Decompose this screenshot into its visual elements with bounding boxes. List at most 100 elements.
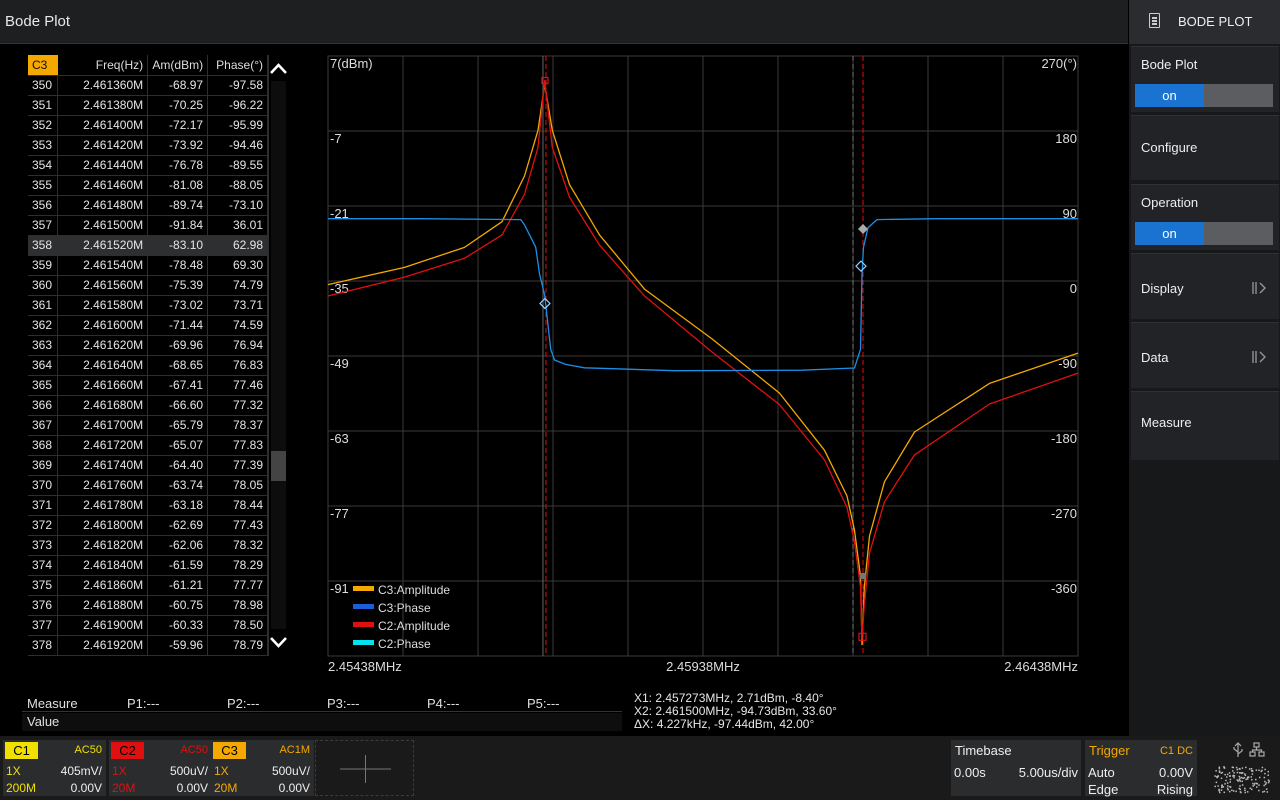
measure-button[interactable]: Measure bbox=[1131, 391, 1279, 460]
glyph-dot bbox=[1232, 774, 1235, 777]
glyph-dot bbox=[1263, 790, 1266, 793]
glyph-dot bbox=[1263, 776, 1266, 779]
glyph-dot bbox=[1244, 789, 1246, 792]
channel-c2-box[interactable]: C2 AC50 1X 500uV/ 20M 0.00V bbox=[109, 740, 212, 796]
glyph-dot bbox=[1264, 783, 1267, 786]
legend-swatch bbox=[353, 586, 374, 591]
glyph-dot bbox=[1260, 770, 1262, 773]
submenu-arrow-icon bbox=[1252, 351, 1266, 363]
glyph-dot bbox=[1221, 771, 1224, 774]
measure-label: Measure bbox=[27, 696, 78, 711]
glyph-dot bbox=[1245, 766, 1247, 769]
glyph-dot bbox=[1238, 772, 1241, 774]
glyph-dot bbox=[1229, 785, 1231, 788]
glyph-dot bbox=[1239, 785, 1241, 787]
document-icon bbox=[1149, 13, 1160, 28]
glyph-dot bbox=[1214, 785, 1216, 788]
glyph-dot bbox=[1242, 777, 1244, 780]
glyph-dot bbox=[1226, 776, 1228, 778]
glyph-dot bbox=[1251, 773, 1254, 775]
glyph-dot bbox=[1223, 791, 1226, 794]
channel-c3-tag: C3 bbox=[213, 742, 246, 759]
measure-p2[interactable]: P2:--- bbox=[227, 696, 260, 711]
operation-label: Operation bbox=[1141, 195, 1199, 210]
configure-label: Configure bbox=[1141, 140, 1198, 155]
glyph-dot bbox=[1229, 775, 1231, 777]
status-glyph-icon bbox=[1214, 766, 1270, 794]
timebase-box[interactable]: Timebase 0.00s 5.00us/div bbox=[951, 740, 1081, 796]
trigger-label: Trigger bbox=[1089, 743, 1130, 758]
glyph-dot bbox=[1226, 773, 1229, 776]
y-right-tick-label: -360 bbox=[1051, 581, 1077, 596]
channel-c3-box[interactable]: C3 AC1M 1X 500uV/ 20M 0.00V bbox=[211, 740, 314, 796]
bode-plot-toggle-on: on bbox=[1135, 84, 1204, 107]
glyph-dot bbox=[1253, 784, 1256, 786]
data-button[interactable]: Data bbox=[1131, 322, 1279, 388]
channel-c1-box[interactable]: C1 AC50 1X 405mV/ 200M 0.00V bbox=[3, 740, 106, 796]
network-icon bbox=[1249, 742, 1265, 757]
value-row: Value bbox=[22, 713, 622, 731]
glyph-dot bbox=[1255, 778, 1257, 781]
measure-p5[interactable]: P5:--- bbox=[527, 696, 560, 711]
glyph-dot bbox=[1244, 774, 1247, 777]
trigger-type: Edge bbox=[1088, 782, 1119, 797]
configure-button[interactable]: Configure bbox=[1131, 115, 1279, 180]
glyph-dot bbox=[1240, 776, 1243, 779]
glyph-dot bbox=[1258, 776, 1261, 779]
glyph-dot bbox=[1241, 767, 1244, 769]
glyph-dot bbox=[1250, 776, 1253, 778]
y-left-tick-label: -77 bbox=[330, 506, 349, 521]
glyph-dot bbox=[1221, 786, 1223, 789]
glyph-dot bbox=[1241, 780, 1243, 783]
operation-toggle[interactable]: on bbox=[1135, 222, 1273, 245]
system-status bbox=[1200, 740, 1276, 796]
bode-plot-toggle[interactable]: on bbox=[1135, 84, 1273, 107]
glyph-dot bbox=[1243, 776, 1246, 779]
x-tick-label: 2.46438MHz bbox=[1004, 659, 1078, 674]
glyph-dot bbox=[1221, 784, 1223, 786]
operation-toggle-on: on bbox=[1135, 222, 1204, 245]
glyph-dot bbox=[1239, 777, 1241, 779]
bode-plot-section: Bode Plot on bbox=[1131, 46, 1279, 112]
plot-grid bbox=[327, 55, 1079, 657]
glyph-dot bbox=[1238, 778, 1241, 781]
y-left-tick-label: -49 bbox=[330, 356, 349, 371]
glyph-dot bbox=[1233, 772, 1235, 774]
glyph-dot bbox=[1244, 773, 1246, 775]
glyph-dot bbox=[1218, 788, 1220, 791]
glyph-dot bbox=[1218, 767, 1221, 770]
cursor-delta-readout: ΔX: 4.227kHz, -97.44dBm, 42.00° bbox=[634, 717, 815, 731]
glyph-dot bbox=[1238, 767, 1241, 770]
measure-p4[interactable]: P4:--- bbox=[427, 696, 460, 711]
measure-p3[interactable]: P3:--- bbox=[327, 696, 360, 711]
glyph-dot bbox=[1227, 785, 1229, 787]
trigger-box[interactable]: Trigger C1 DC Auto 0.00V Edge Rising bbox=[1085, 740, 1197, 797]
bode-plot-chart[interactable]: 7(dBm)-7-21-35-49-63-77-91270(°)180900-9… bbox=[0, 0, 1128, 690]
glyph-dot bbox=[1262, 791, 1264, 793]
timebase-scale: 5.00us/div bbox=[1018, 765, 1078, 780]
y-right-tick-label: 270(°) bbox=[1041, 56, 1077, 71]
x-tick-label: 2.45938MHz bbox=[666, 659, 740, 674]
operation-section: Operation on bbox=[1131, 184, 1279, 250]
trigger-level: 0.00V bbox=[1159, 765, 1193, 780]
channel-c3-coupling: AC1M bbox=[279, 744, 310, 756]
right-panel: BODE PLOT Bode Plot on Configure Operati… bbox=[1129, 0, 1280, 736]
add-channel-button[interactable] bbox=[315, 740, 414, 796]
channel-c1-bandwidth: 200M bbox=[6, 781, 37, 795]
crosshair-icon bbox=[340, 755, 391, 783]
glyph-dot bbox=[1248, 768, 1251, 770]
glyph-dot bbox=[1228, 790, 1231, 793]
trigger-mode: Auto bbox=[1088, 765, 1115, 780]
glyph-dot bbox=[1263, 784, 1265, 787]
panel-header[interactable]: BODE PLOT bbox=[1129, 0, 1280, 44]
measure-area: Measure P1:--- P2:--- P3:--- P4:--- P5:-… bbox=[22, 694, 622, 732]
glyph-dot bbox=[1217, 785, 1219, 787]
glyph-dot bbox=[1229, 781, 1231, 783]
measure-row: Measure P1:--- P2:--- P3:--- P4:--- P5:-… bbox=[22, 694, 622, 712]
display-button[interactable]: Display bbox=[1131, 253, 1279, 319]
trigger-source: C1 DC bbox=[1159, 745, 1193, 757]
glyph-dot bbox=[1228, 772, 1231, 774]
glyph-dot bbox=[1220, 777, 1223, 780]
x-axis-labels: 2.45438MHz 2.45938MHz 2.46438MHz bbox=[328, 659, 1078, 674]
measure-p1[interactable]: P1:--- bbox=[127, 696, 160, 711]
